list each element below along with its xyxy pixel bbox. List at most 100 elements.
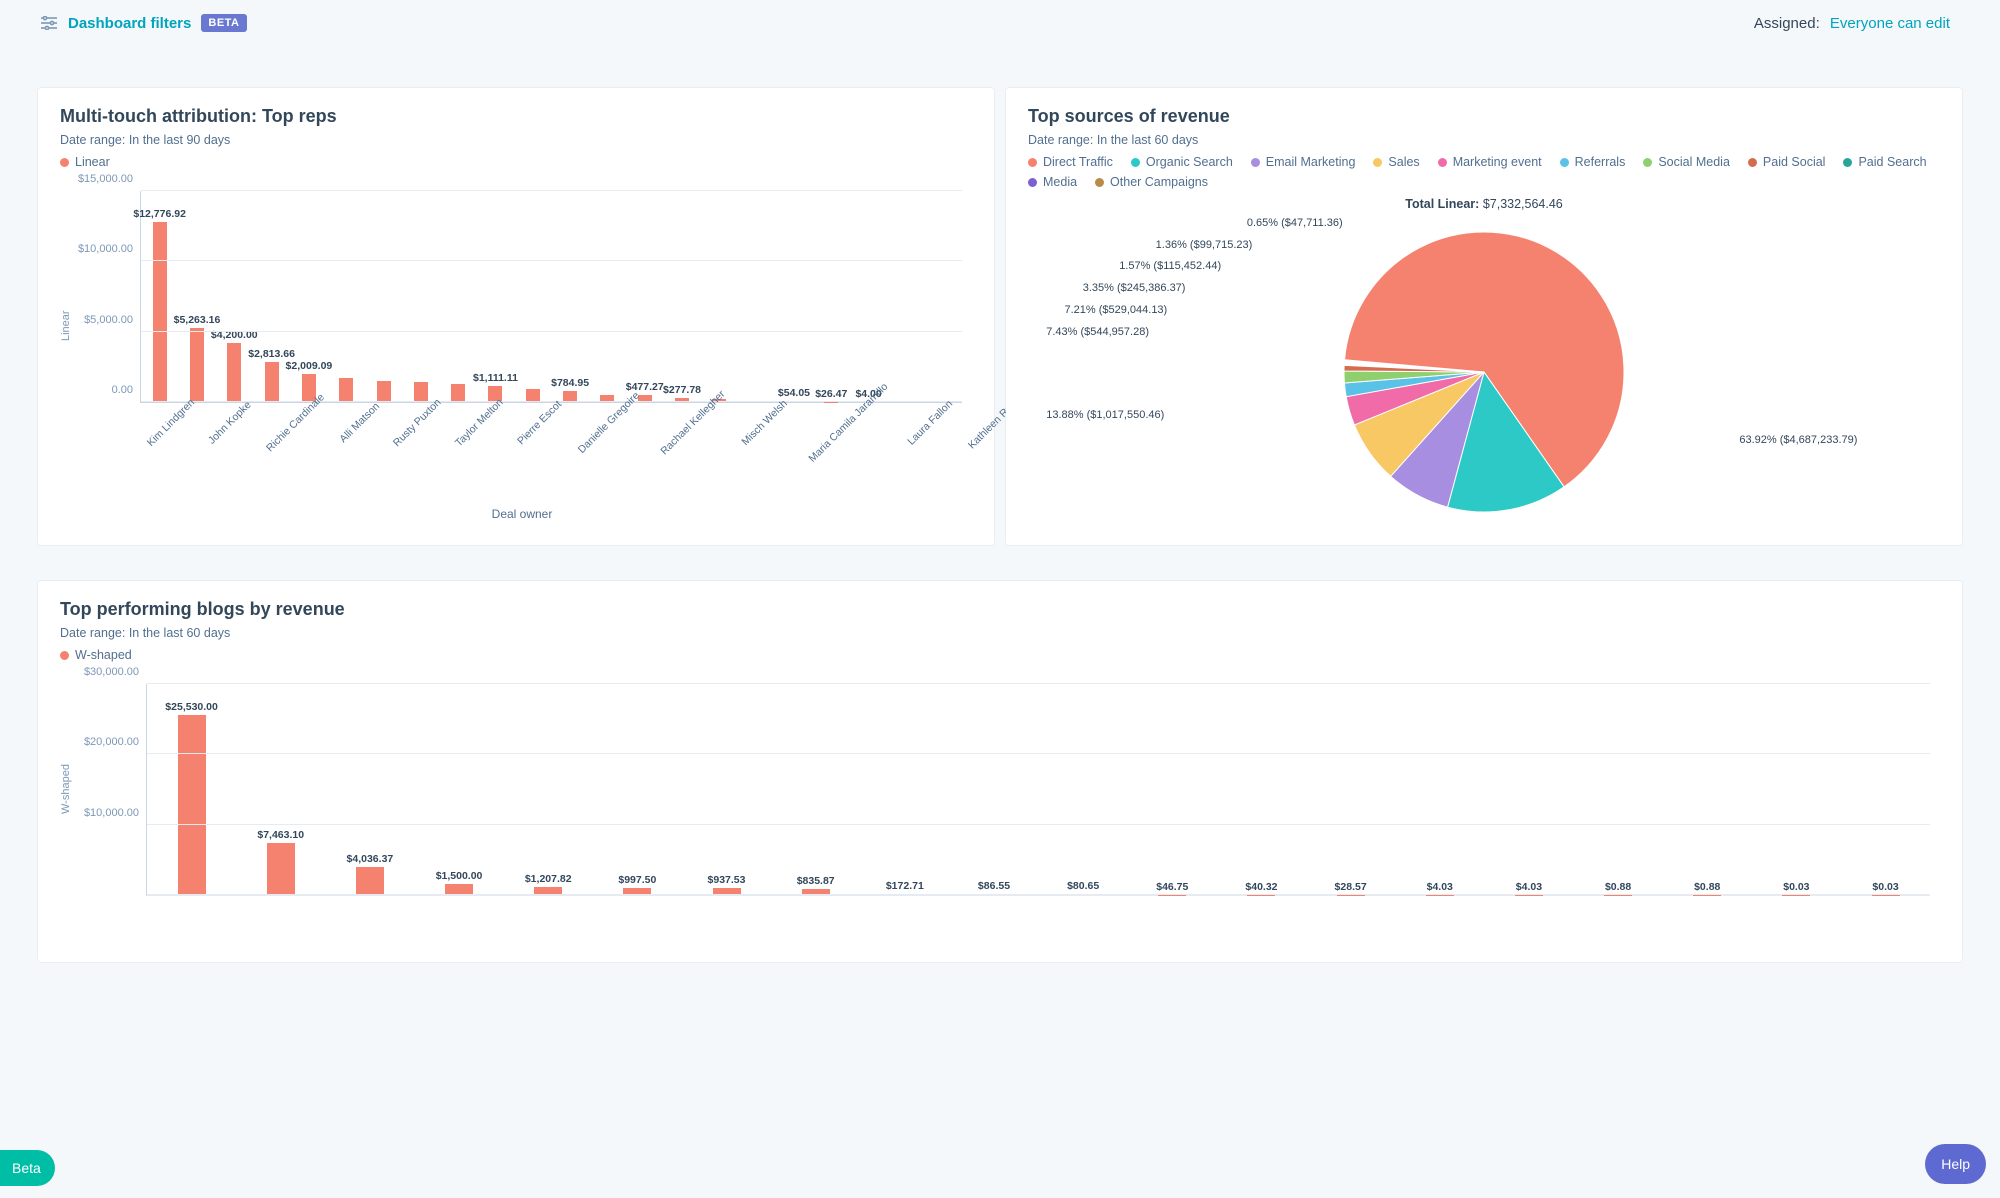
help-button[interactable]: Help: [1925, 1144, 1986, 1184]
bar-col[interactable]: [402, 191, 439, 402]
legend-dot-icon: [1560, 158, 1569, 167]
bar-col[interactable]: $1,207.82: [504, 684, 593, 895]
assigned-value[interactable]: Everyone can edit: [1830, 15, 1950, 32]
x-labels: Kim LindgrenJohn KopkeRichie CardinaleAl…: [140, 403, 962, 491]
pie-body: 63.92% ($4,687,233.79)13.88% ($1,017,550…: [1028, 217, 1940, 527]
bar-col[interactable]: $0.03: [1841, 684, 1930, 895]
bar-col[interactable]: $4.03: [1484, 684, 1573, 895]
bar-col[interactable]: $5,263.16: [178, 191, 215, 402]
legend-dot-icon: [1251, 158, 1260, 167]
bar-col[interactable]: $0.88: [1663, 684, 1752, 895]
legend-item[interactable]: Paid Search: [1843, 155, 1926, 169]
filters-link[interactable]: Dashboard filters: [68, 15, 191, 32]
bar-rect: [451, 384, 465, 402]
total-linear: Total Linear: $7,332,564.46: [1028, 197, 1940, 211]
legend-item[interactable]: Media: [1028, 175, 1077, 189]
bar-col[interactable]: [701, 191, 738, 402]
card-top-reps: Multi-touch attribution: Top reps Date r…: [38, 88, 994, 545]
lower-row: Top performing blogs by revenue Date ran…: [0, 557, 2000, 1042]
legend-dot-icon: [1131, 158, 1140, 167]
bar-col[interactable]: $0.88: [1574, 684, 1663, 895]
bar-col[interactable]: $4,200.00: [216, 191, 253, 402]
bar-col[interactable]: [887, 191, 924, 402]
legend-dot-icon: [60, 158, 69, 167]
upper-row: Multi-touch attribution: Top reps Date r…: [0, 42, 2000, 557]
bar-value-label: $1,500.00: [436, 870, 483, 882]
bar-value-label: $997.50: [618, 874, 656, 886]
bar-col[interactable]: $277.78: [663, 191, 700, 402]
y-tick: $10,000.00: [78, 243, 141, 255]
bar-col[interactable]: $26.47: [813, 191, 850, 402]
bar-col[interactable]: $997.50: [593, 684, 682, 895]
bar-value-label: $4.03: [1427, 881, 1453, 893]
bar-col[interactable]: $784.95: [551, 191, 588, 402]
bar-col[interactable]: [365, 191, 402, 402]
pie-wrap: Total Linear: $7,332,564.46 63.92% ($4,6…: [1028, 197, 1940, 527]
legend-item[interactable]: Organic Search: [1131, 155, 1233, 169]
bar-col[interactable]: $0.03: [1752, 684, 1841, 895]
bar-col[interactable]: $4.00: [850, 191, 887, 402]
bar-col[interactable]: $1,500.00: [414, 684, 503, 895]
bar-col[interactable]: [328, 191, 365, 402]
beta-badge: BETA: [201, 14, 246, 32]
bar-col[interactable]: $4.03: [1395, 684, 1484, 895]
bar-value-label: $28.57: [1335, 881, 1367, 893]
legend-item[interactable]: Direct Traffic: [1028, 155, 1113, 169]
bar-col[interactable]: [925, 191, 962, 402]
pie-callout: 7.43% ($544,957.28): [1046, 326, 1149, 338]
bar-rect: [153, 222, 167, 402]
date-range: Date range: In the last 60 days: [1028, 133, 1940, 147]
bar-value-label: $1,207.82: [525, 873, 572, 885]
bar-col[interactable]: $40.32: [1217, 684, 1306, 895]
bar-col[interactable]: $54.05: [775, 191, 812, 402]
legend-item[interactable]: Social Media: [1643, 155, 1730, 169]
bar-col[interactable]: $86.55: [949, 684, 1038, 895]
bar-value-label: $46.75: [1156, 881, 1188, 893]
bar-col[interactable]: $937.53: [682, 684, 771, 895]
bar-col[interactable]: $1,111.11: [477, 191, 514, 402]
bar-col[interactable]: $7,463.10: [236, 684, 325, 895]
bar-col[interactable]: [440, 191, 477, 402]
legend-dot-icon: [1643, 158, 1652, 167]
filters-group[interactable]: Dashboard filters BETA: [40, 14, 247, 32]
bar-col[interactable]: $25,530.00: [147, 684, 236, 895]
bar-col[interactable]: $835.87: [771, 684, 860, 895]
bar-col[interactable]: $4,036.37: [325, 684, 414, 895]
bar-col[interactable]: $28.57: [1306, 684, 1395, 895]
pie-callout: 1.36% ($99,715.23): [1156, 239, 1253, 251]
bar-col[interactable]: [514, 191, 551, 402]
pie-callout: 7.21% ($529,044.13): [1064, 304, 1167, 316]
bar-value-label: $5,263.16: [174, 314, 221, 326]
y-tick: $5,000.00: [84, 314, 141, 326]
legend-item[interactable]: Sales: [1373, 155, 1419, 169]
bar-value-label: $7,463.10: [257, 829, 304, 841]
legend-item[interactable]: Other Campaigns: [1095, 175, 1208, 189]
legend-item[interactable]: Email Marketing: [1251, 155, 1356, 169]
assigned-label: Assigned:: [1754, 15, 1820, 32]
bar-plot: $25,530.00 $7,463.10 $4,036.37 $1,500.00 $1,…: [146, 684, 1930, 896]
legend-item-wshaped[interactable]: W-shaped: [60, 648, 132, 662]
bar-value-label: $277.78: [663, 384, 701, 396]
bar-col[interactable]: $477.27: [626, 191, 663, 402]
y-axis-label: Linear: [60, 310, 72, 341]
legend-item[interactable]: Marketing event: [1438, 155, 1542, 169]
bar-col[interactable]: [738, 191, 775, 402]
bar-plot: $12,776.92$5,263.16$4,200.00$2,813.66$2,…: [140, 191, 962, 403]
bar-col[interactable]: $46.75: [1128, 684, 1217, 895]
legend-item[interactable]: Paid Social: [1748, 155, 1826, 169]
bar-value-label: $784.95: [551, 377, 589, 389]
bar-col[interactable]: $80.65: [1039, 684, 1128, 895]
assigned-group[interactable]: Assigned: Everyone can edit: [1754, 15, 1950, 32]
legend: W-shaped: [60, 648, 1940, 662]
bar-col[interactable]: $172.71: [860, 684, 949, 895]
x-axis-title: Deal owner: [492, 507, 553, 521]
bar-col[interactable]: $2,009.09: [290, 191, 327, 402]
card-title: Multi-touch attribution: Top reps: [60, 106, 972, 127]
legend-item-linear[interactable]: Linear: [60, 155, 110, 169]
date-range: Date range: In the last 60 days: [60, 626, 1940, 640]
legend-item[interactable]: Referrals: [1560, 155, 1626, 169]
bar-value-label: $4.03: [1516, 881, 1542, 893]
beta-pill[interactable]: Beta: [0, 1150, 55, 1186]
bar-col[interactable]: $12,776.92: [141, 191, 178, 402]
bar-col[interactable]: [589, 191, 626, 402]
